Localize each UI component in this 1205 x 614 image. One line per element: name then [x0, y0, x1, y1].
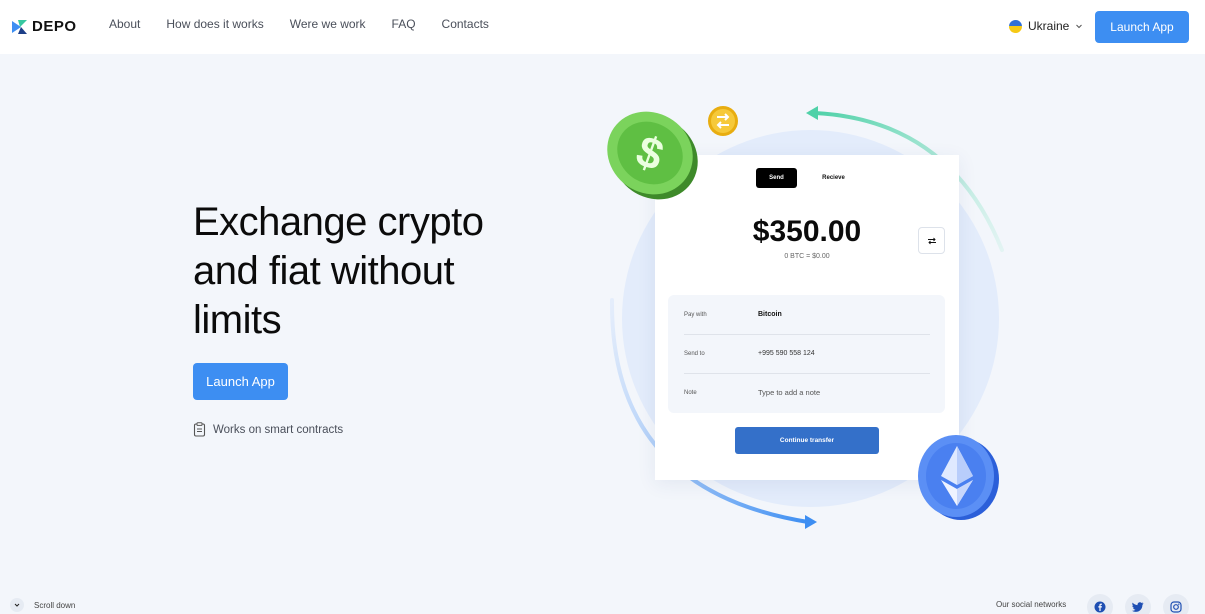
swap-arrows-icon [927, 237, 936, 244]
ethereum-coin-icon [918, 435, 999, 520]
continue-transfer-button[interactable]: Continue transfer [735, 427, 879, 454]
send-to-row[interactable]: Send to +995 590 558 124 [684, 334, 930, 373]
amount-conversion: 0 BTC = $0.00 [784, 253, 830, 260]
swap-button[interactable] [918, 227, 945, 254]
twitter-icon [1132, 602, 1144, 612]
send-to-value[interactable]: +995 590 558 124 [758, 350, 815, 357]
scroll-down-label: Scroll down [34, 600, 76, 610]
exchange-arrows-icon [609, 106, 1004, 529]
scroll-down-icon [10, 598, 24, 612]
facebook-icon [1094, 601, 1106, 613]
twitter-link[interactable] [1125, 594, 1151, 614]
social-networks-label: Our social networks [996, 600, 1067, 609]
dollar-coin-icon: $ [607, 111, 698, 200]
tab-receive[interactable]: Recieve [813, 168, 854, 188]
send-to-label: Send to [684, 350, 705, 357]
transfer-amount[interactable]: $350.00 [655, 215, 959, 249]
instagram-link[interactable] [1163, 594, 1189, 614]
scroll-down[interactable]: Scroll down [10, 598, 75, 612]
pay-with-label: Pay with [684, 311, 707, 318]
transfer-widget: Send Recieve $350.00 0 BTC = $0.00 Pay w… [655, 155, 959, 480]
pay-with-row[interactable]: Pay with Bitcoin [684, 295, 930, 334]
facebook-link[interactable] [1087, 594, 1113, 614]
transfer-form: Pay with Bitcoin Send to +995 590 558 12… [668, 295, 945, 413]
note-label: Note [684, 389, 697, 396]
instagram-icon [1170, 601, 1182, 613]
gold-coin-icon [708, 106, 738, 136]
pay-with-value[interactable]: Bitcoin [758, 311, 782, 318]
tab-send[interactable]: Send [756, 168, 797, 188]
note-row: Note [684, 373, 930, 412]
note-input[interactable] [758, 388, 918, 397]
